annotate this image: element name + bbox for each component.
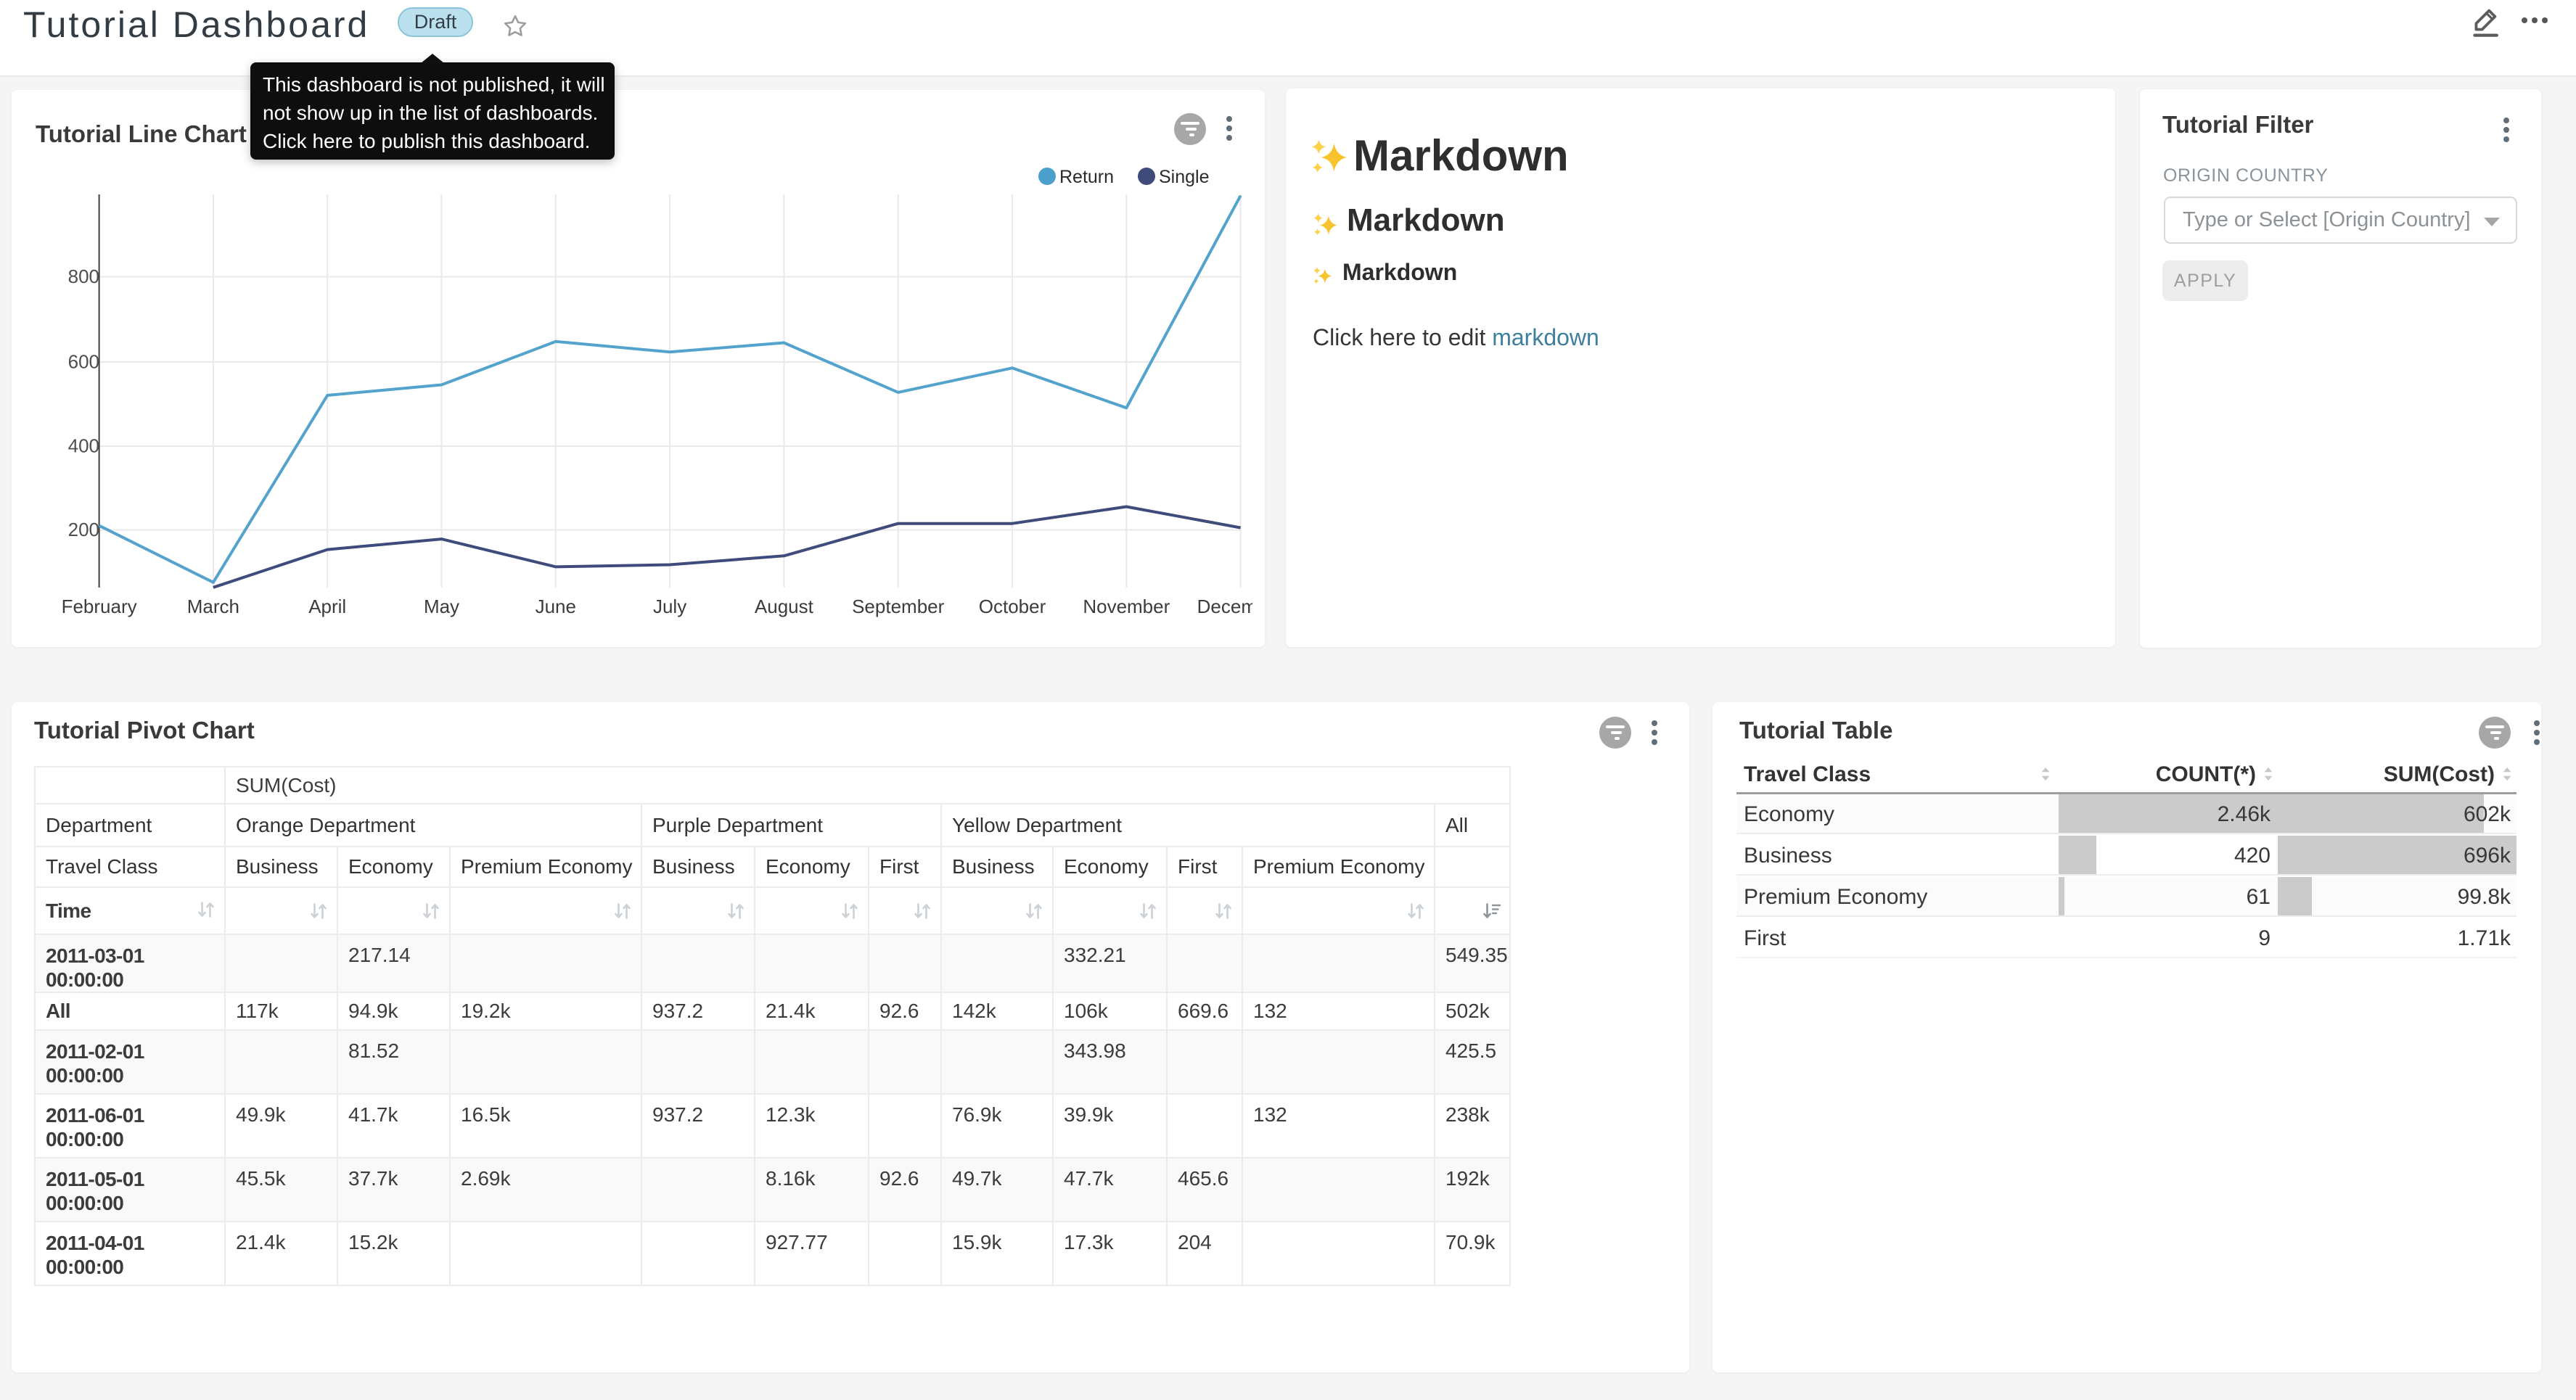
svg-text:200: 200 — [68, 519, 99, 540]
svg-text:June: June — [536, 596, 576, 617]
svg-text:800: 800 — [68, 265, 99, 287]
svg-text:March: March — [187, 596, 239, 617]
svg-text:December: December — [1197, 596, 1265, 617]
svg-text:October: October — [979, 596, 1046, 617]
svg-text:May: May — [424, 596, 459, 617]
svg-text:600: 600 — [68, 351, 99, 373]
svg-text:August: August — [755, 596, 814, 617]
svg-text:400: 400 — [68, 435, 99, 457]
svg-text:November: November — [1083, 596, 1170, 617]
svg-text:July: July — [653, 596, 686, 617]
svg-text:February: February — [62, 596, 137, 617]
svg-text:September: September — [852, 596, 945, 617]
svg-text:April: April — [308, 596, 346, 617]
